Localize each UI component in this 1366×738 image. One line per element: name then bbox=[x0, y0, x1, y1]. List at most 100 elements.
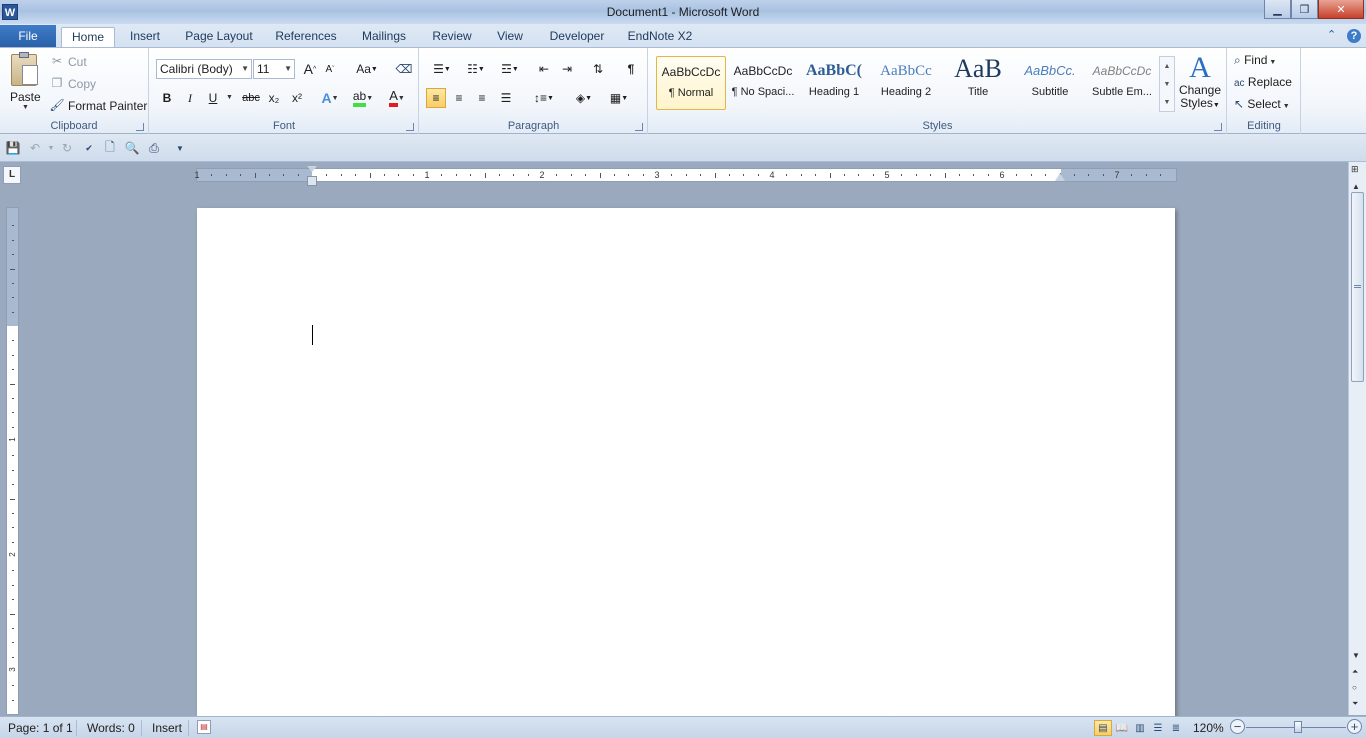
zoom-level[interactable]: 120% bbox=[1193, 721, 1224, 735]
increase-indent-button[interactable]: ⇥ bbox=[557, 59, 577, 79]
style-title[interactable]: AaB Title bbox=[943, 56, 1013, 110]
justify-button[interactable]: ☰ bbox=[496, 88, 516, 108]
styles-gallery-scroll[interactable]: ▲ ▼ ▼ bbox=[1159, 56, 1175, 112]
vertical-ruler[interactable]: 1 2 3 bbox=[6, 207, 19, 715]
tab-page-layout[interactable]: Page Layout bbox=[180, 27, 258, 48]
customize-qat-icon[interactable]: ▼ bbox=[172, 140, 188, 156]
align-right-button[interactable]: ≡ bbox=[472, 88, 492, 108]
change-case-button[interactable]: Aa ▼ bbox=[354, 59, 380, 79]
zoom-in-icon[interactable]: + bbox=[1347, 719, 1362, 734]
italic-button[interactable]: I bbox=[180, 88, 200, 108]
restore-button[interactable]: ❐ bbox=[1291, 0, 1318, 19]
style-subtitle[interactable]: AaBbCc. Subtitle bbox=[1015, 56, 1085, 110]
change-styles-button[interactable]: A Change Styles▼ bbox=[1177, 52, 1223, 116]
clear-formatting-button[interactable]: ⌫ bbox=[394, 59, 414, 79]
tab-view[interactable]: View bbox=[491, 27, 529, 48]
scrollbar-thumb[interactable] bbox=[1351, 192, 1364, 382]
font-family-combo[interactable]: Calibri (Body) ▼ bbox=[156, 59, 252, 79]
style-no-spacing[interactable]: AaBbCcDc ¶ No Spaci... bbox=[728, 56, 798, 110]
font-size-combo[interactable]: 11 ▼ bbox=[253, 59, 295, 79]
new-document-icon[interactable]: 🗋 bbox=[102, 140, 118, 156]
bullets-button[interactable]: ☰ ▼ bbox=[428, 59, 456, 79]
draft-view-button[interactable]: ≣ bbox=[1167, 720, 1185, 736]
cut-button[interactable]: Cut bbox=[68, 55, 87, 69]
macro-record-icon[interactable]: ▤ bbox=[197, 720, 211, 734]
align-left-button[interactable]: ≡ bbox=[426, 88, 446, 108]
subscript-button[interactable]: x₂ bbox=[264, 88, 284, 108]
previous-page-icon[interactable]: ⏶ bbox=[1352, 667, 1358, 677]
scroll-up-icon[interactable]: ▲ bbox=[1352, 182, 1360, 191]
superscript-button[interactable]: x² bbox=[287, 88, 307, 108]
print-layout-view-button[interactable]: ▤ bbox=[1094, 720, 1112, 736]
multilevel-list-button[interactable]: ☲ ▼ bbox=[496, 59, 524, 79]
tab-developer[interactable]: Developer bbox=[543, 27, 611, 48]
outline-view-button[interactable]: ☰ bbox=[1149, 720, 1167, 736]
minimize-ribbon-icon[interactable]: ⌃ bbox=[1327, 28, 1336, 41]
bold-button[interactable]: B bbox=[157, 88, 177, 108]
spelling-icon[interactable]: ✔ bbox=[81, 140, 97, 156]
grow-font-button[interactable]: A ^ bbox=[300, 59, 320, 79]
clipboard-dialog-launcher[interactable] bbox=[136, 123, 144, 131]
web-layout-view-button[interactable]: ▥ bbox=[1131, 720, 1149, 736]
first-line-indent-marker[interactable] bbox=[307, 166, 317, 174]
page-count-status[interactable]: Page: 1 of 1 bbox=[8, 721, 73, 735]
word-count-status[interactable]: Words: 0 bbox=[87, 721, 135, 735]
paste-button[interactable]: Paste ▼ bbox=[6, 52, 44, 116]
undo-dropdown-icon[interactable]: ▼ bbox=[43, 140, 59, 156]
save-icon[interactable]: 💾 bbox=[5, 140, 21, 156]
next-page-icon[interactable]: ⏷ bbox=[1352, 699, 1358, 709]
scroll-down-icon[interactable]: ▼ bbox=[1352, 651, 1360, 660]
zoom-out-icon[interactable]: − bbox=[1230, 719, 1245, 734]
insert-mode-status[interactable]: Insert bbox=[152, 721, 182, 735]
more-styles-icon[interactable]: ▼ bbox=[1164, 99, 1171, 106]
left-indent-marker[interactable] bbox=[307, 176, 317, 186]
style-heading-2[interactable]: AaBbCc Heading 2 bbox=[871, 56, 941, 110]
tab-references[interactable]: References bbox=[270, 27, 342, 48]
minimize-button[interactable]: ▁ bbox=[1264, 0, 1291, 19]
text-effects-button[interactable]: A ▼ bbox=[320, 88, 340, 108]
quick-print-icon[interactable]: ⎙ bbox=[146, 140, 162, 156]
tab-endnote[interactable]: EndNote X2 bbox=[622, 27, 698, 48]
paragraph-dialog-launcher[interactable] bbox=[635, 123, 643, 131]
tab-file[interactable]: File bbox=[0, 25, 56, 48]
document-page[interactable] bbox=[197, 208, 1175, 738]
shading-button[interactable]: ◈ ▼ bbox=[570, 88, 598, 108]
format-painter-button[interactable]: Format Painter bbox=[68, 99, 147, 113]
replace-button[interactable]: ac Replace bbox=[1234, 75, 1292, 89]
numbering-button[interactable]: ☷ ▼ bbox=[462, 59, 490, 79]
highlight-button[interactable]: ab ▼ bbox=[349, 88, 377, 108]
horizontal-ruler[interactable]: 1 1 2 3 4 5 6 7 bbox=[194, 166, 1177, 186]
tab-insert[interactable]: Insert bbox=[122, 27, 168, 48]
font-color-button[interactable]: A ▼ bbox=[383, 88, 411, 108]
strikethrough-button[interactable]: abc bbox=[240, 88, 262, 108]
style-subtle-emphasis[interactable]: AaBbCcDc Subtle Em... bbox=[1087, 56, 1157, 110]
print-preview-icon[interactable]: 🔍 bbox=[124, 140, 140, 156]
borders-button[interactable]: ▦ ▼ bbox=[605, 88, 633, 108]
tab-home[interactable]: Home bbox=[61, 27, 115, 48]
sort-button[interactable]: ⇅ bbox=[588, 59, 608, 79]
ruler-toggle-icon[interactable]: ⊞ bbox=[1351, 164, 1359, 175]
redo-icon[interactable]: ↻ bbox=[59, 140, 75, 156]
vertical-scrollbar[interactable]: ⊞ ▲ ▼ ⏶ ○ ⏷ bbox=[1348, 162, 1366, 715]
close-button[interactable]: ✕ bbox=[1318, 0, 1364, 19]
zoom-slider-thumb[interactable] bbox=[1294, 721, 1302, 733]
style-normal[interactable]: AaBbCcDc ¶ Normal bbox=[656, 56, 726, 110]
find-button[interactable]: ⌕ Find ▼ bbox=[1234, 53, 1276, 68]
full-screen-reading-button[interactable]: 📖 bbox=[1113, 720, 1131, 736]
chevron-down-icon[interactable]: ▼ bbox=[1164, 81, 1171, 88]
undo-icon[interactable]: ↶ bbox=[27, 140, 43, 156]
chevron-up-icon[interactable]: ▲ bbox=[1164, 63, 1171, 70]
font-dialog-launcher[interactable] bbox=[406, 123, 414, 131]
tab-review[interactable]: Review bbox=[425, 27, 479, 48]
select-button[interactable]: ↖ Select ▼ bbox=[1234, 97, 1290, 111]
line-spacing-button[interactable]: ↕≡ ▼ bbox=[530, 88, 558, 108]
copy-button[interactable]: Copy bbox=[68, 77, 96, 91]
help-icon[interactable]: ? bbox=[1347, 29, 1361, 43]
shrink-font-button[interactable]: Aˇ bbox=[320, 59, 340, 79]
styles-dialog-launcher[interactable] bbox=[1214, 123, 1222, 131]
decrease-indent-button[interactable]: ⇤ bbox=[534, 59, 554, 79]
tab-selector[interactable]: L bbox=[3, 166, 21, 184]
underline-button[interactable]: U bbox=[203, 88, 223, 108]
underline-dropdown-icon[interactable]: ▼ bbox=[226, 94, 233, 101]
align-center-button[interactable]: ≡ bbox=[449, 88, 469, 108]
